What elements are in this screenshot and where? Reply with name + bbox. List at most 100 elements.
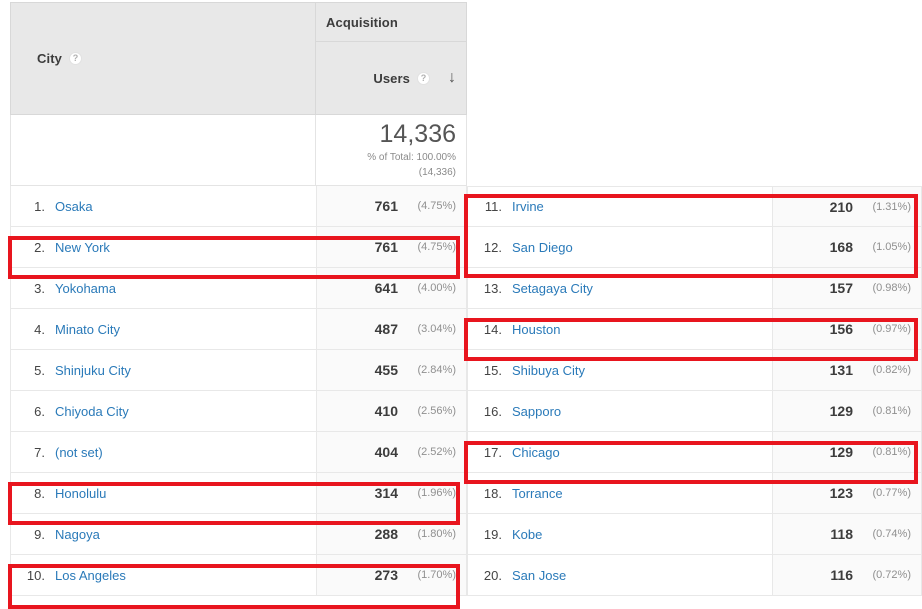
- cell-users: 273 (1.70%): [316, 555, 467, 596]
- city-link[interactable]: Chiyoda City: [55, 404, 129, 419]
- table-row[interactable]: 18. Torrance 123 (0.77%): [467, 473, 922, 514]
- header-group-acquisition: Acquisition Users ? ↓: [316, 2, 467, 115]
- users-value: 761: [374, 239, 398, 255]
- table-row[interactable]: 4. Minato City 487 (3.04%): [0, 309, 467, 350]
- table-row[interactable]: 13. Setagaya City 157 (0.98%): [467, 268, 922, 309]
- city-link[interactable]: (not set): [55, 445, 103, 460]
- row-rank: 13.: [483, 280, 502, 296]
- row-rank: 16.: [483, 403, 502, 419]
- table-row[interactable]: 12. San Diego 168 (1.05%): [467, 227, 922, 268]
- city-link[interactable]: Nagoya: [55, 527, 100, 542]
- city-link[interactable]: Yokohama: [55, 281, 116, 296]
- users-value: 116: [830, 567, 853, 583]
- city-link[interactable]: Shibuya City: [512, 363, 585, 378]
- city-link[interactable]: San Diego: [512, 240, 573, 255]
- users-percent: (1.05%): [872, 241, 911, 253]
- city-link[interactable]: Honolulu: [55, 486, 106, 501]
- cell-users: 314 (1.96%): [316, 473, 467, 514]
- header-acquisition-label: Acquisition: [326, 14, 398, 30]
- city-link[interactable]: Torrance: [512, 486, 563, 501]
- table-row[interactable]: 1. Osaka 761 (4.75%): [0, 186, 467, 227]
- row-rank: 6.: [34, 403, 45, 419]
- table-row[interactable]: 8. Honolulu 314 (1.96%): [0, 473, 467, 514]
- users-percent: (0.74%): [872, 528, 911, 540]
- table-row[interactable]: 3. Yokohama 641 (4.00%): [0, 268, 467, 309]
- cell-city: 3. Yokohama: [10, 268, 316, 309]
- table-row[interactable]: 6. Chiyoda City 410 (2.56%): [0, 391, 467, 432]
- city-link[interactable]: Houston: [512, 322, 560, 337]
- totals-cell-blank: [10, 115, 316, 186]
- city-link[interactable]: Sapporo: [512, 404, 561, 419]
- cell-users: 641 (4.00%): [316, 268, 467, 309]
- table-row[interactable]: 19. Kobe 118 (0.74%): [467, 514, 922, 555]
- users-value: 455: [374, 362, 398, 378]
- cell-city: 6. Chiyoda City: [10, 391, 316, 432]
- users-value: 314: [374, 485, 398, 501]
- totals-count: (14,336): [418, 167, 456, 178]
- table-row[interactable]: 5. Shinjuku City 455 (2.84%): [0, 350, 467, 391]
- header-cell-acquisition: Acquisition: [316, 2, 467, 42]
- city-link[interactable]: New York: [55, 240, 110, 255]
- cell-users: 123 (0.77%): [772, 473, 922, 514]
- city-link[interactable]: Shinjuku City: [55, 363, 131, 378]
- row-rank: 18.: [483, 485, 502, 501]
- users-value: 129: [829, 444, 853, 460]
- cell-users: 129 (0.81%): [772, 432, 922, 473]
- cell-city: 12. San Diego: [467, 227, 772, 268]
- row-rank: 9.: [34, 526, 45, 542]
- arrow-down-icon[interactable]: ↓: [448, 70, 456, 86]
- cell-city: 1. Osaka: [10, 186, 316, 227]
- table-row[interactable]: 16. Sapporo 129 (0.81%): [467, 391, 922, 432]
- city-link[interactable]: Minato City: [55, 322, 120, 337]
- users-value: 273: [374, 567, 398, 583]
- city-link[interactable]: San Jose: [512, 568, 566, 583]
- cell-users: 116 (0.72%): [772, 555, 922, 596]
- table-row[interactable]: 9. Nagoya 288 (1.80%): [0, 514, 467, 555]
- cell-users: 168 (1.05%): [772, 227, 922, 268]
- city-link[interactable]: Chicago: [512, 445, 560, 460]
- table-row[interactable]: 2. New York 761 (4.75%): [0, 227, 467, 268]
- users-percent: (0.98%): [872, 282, 911, 294]
- users-percent: (1.80%): [417, 528, 456, 540]
- cell-users: 210 (1.31%): [772, 186, 922, 227]
- header-cell-users[interactable]: Users ? ↓: [316, 42, 467, 115]
- table-row[interactable]: 11. Irvine 210 (1.31%): [467, 186, 922, 227]
- row-rank: 11.: [484, 199, 502, 214]
- cell-users: 761 (4.75%): [316, 227, 467, 268]
- table-row[interactable]: 20. San Jose 116 (0.72%): [467, 555, 922, 596]
- table-row[interactable]: 7. (not set) 404 (2.52%): [0, 432, 467, 473]
- table-row[interactable]: 17. Chicago 129 (0.81%): [467, 432, 922, 473]
- header-cell-city[interactable]: City ?: [10, 2, 316, 115]
- row-rank: 3.: [34, 280, 45, 296]
- users-value: 118: [830, 526, 853, 542]
- users-percent: (0.81%): [872, 446, 911, 458]
- cell-city: 17. Chicago: [467, 432, 772, 473]
- cell-city: 14. Houston: [467, 309, 772, 350]
- users-value: 404: [374, 444, 398, 460]
- users-percent: (0.77%): [872, 487, 911, 499]
- table-header: City ? Acquisition Users ? ↓: [0, 0, 467, 115]
- city-link[interactable]: Setagaya City: [512, 281, 593, 296]
- row-rank: 12.: [483, 239, 502, 255]
- city-link[interactable]: Osaka: [55, 199, 93, 214]
- table-row[interactable]: 10. Los Angeles 273 (1.70%): [0, 555, 467, 596]
- cell-city: 9. Nagoya: [10, 514, 316, 555]
- cell-users: 761 (4.75%): [316, 186, 467, 227]
- users-value: 157: [829, 280, 853, 296]
- cell-users: 157 (0.98%): [772, 268, 922, 309]
- help-icon[interactable]: ?: [417, 71, 430, 85]
- cell-users: 288 (1.80%): [316, 514, 467, 555]
- table-row[interactable]: 15. Shibuya City 131 (0.82%): [467, 350, 922, 391]
- row-rank: 14.: [483, 321, 502, 337]
- city-link[interactable]: Los Angeles: [55, 568, 126, 583]
- city-link[interactable]: Kobe: [512, 527, 542, 542]
- header-users-label: Users: [373, 70, 410, 86]
- cell-users: 455 (2.84%): [316, 350, 467, 391]
- help-icon[interactable]: ?: [68, 52, 82, 65]
- cell-city: 18. Torrance: [467, 473, 772, 514]
- row-rank: 20.: [483, 567, 502, 583]
- totals-value: 14,336: [379, 120, 456, 148]
- table-row[interactable]: 14. Houston 156 (0.97%): [467, 309, 922, 350]
- city-link[interactable]: Irvine: [512, 199, 544, 214]
- cell-city: 13. Setagaya City: [467, 268, 772, 309]
